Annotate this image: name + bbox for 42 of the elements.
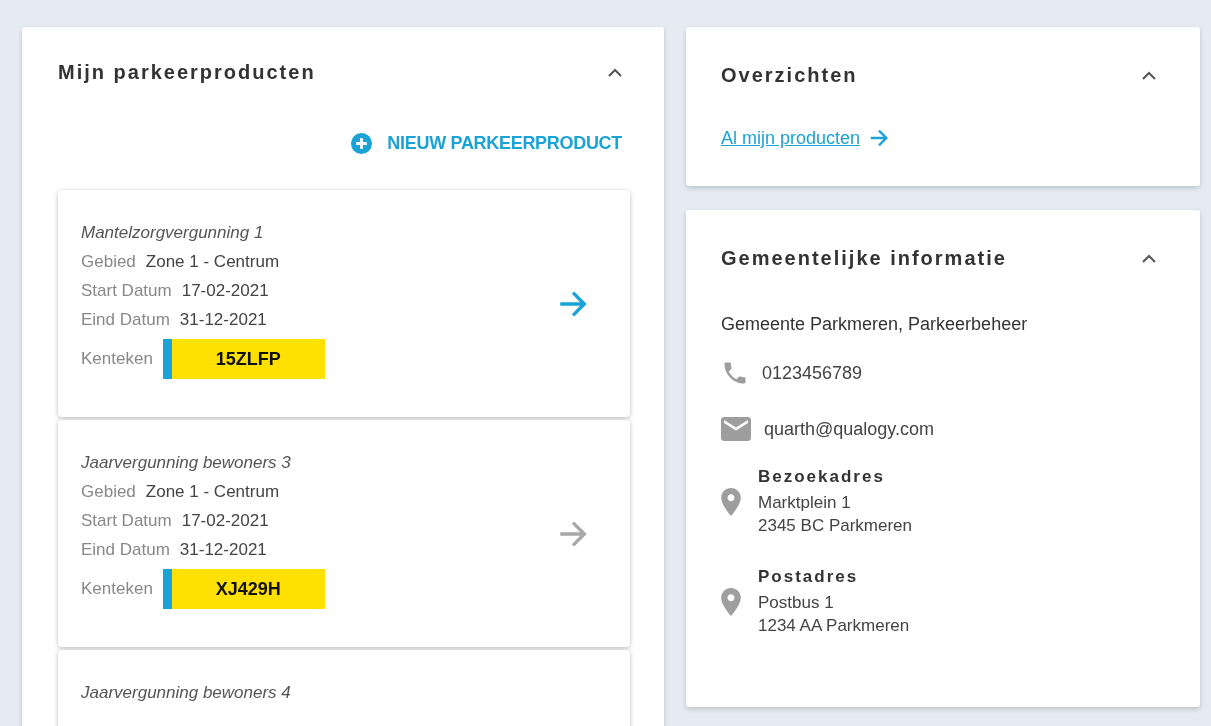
plus-circle-icon [350,132,374,155]
field-value: Zone 1 - Centrum [145,252,280,272]
field-value: 17-02-2021 [181,511,269,531]
panel-title: Mijn parkeerproducten [58,61,316,84]
field-label: Kenteken [81,579,153,599]
address-title: Postadres [758,567,860,587]
field-value: 31-12-2021 [179,540,267,560]
collapse-chevron-icon[interactable] [1142,254,1156,263]
address-line: Marktplein 1 [758,492,852,514]
panel-title: Gemeentelijke informatie [721,247,1007,270]
organisation-name: Gemeente Parkmeren, Parkeerbeheer [721,314,1029,335]
location-pin-icon [721,588,741,616]
license-plate: 15ZLFP [162,339,325,379]
product-card[interactable]: Mantelzorgvergunning 1 Gebied Zone 1 - Centrum Start Datum 17-02-2021 Eind Datum 31-12-2021 Kenteken 15ZLFP [58,190,630,417]
field-label: Start Datum [81,281,172,301]
panel-title: Overzichten [721,64,858,87]
product-card[interactable]: Jaarvergunning bewoners 4 [58,650,630,726]
email-address: quarth@qualogy.com [764,418,935,440]
collapse-chevron-icon[interactable] [1142,71,1156,80]
field-label: Eind Datum [81,310,170,330]
product-name: Jaarvergunning bewoners 4 [81,683,292,703]
field-value: 31-12-2021 [179,310,267,330]
field-label: Eind Datum [81,540,170,560]
field-label: Gebied [81,252,136,272]
field-value: Zone 1 - Centrum [145,482,280,502]
address-title: Bezoekadres [758,467,886,487]
collapse-chevron-icon[interactable] [608,68,622,77]
field-label: Kenteken [81,349,153,369]
address-line: 2345 BC Parkmeren [758,515,913,537]
field-label: Start Datum [81,511,172,531]
arrow-right-icon[interactable] [868,127,891,149]
phone-number: 0123456789 [762,362,863,384]
mail-icon [721,417,751,441]
product-card[interactable]: Jaarvergunning bewoners 3 Gebied Zone 1 - Centrum Start Datum 17-02-2021 Eind Datum 31-12-2021 Kenteken XJ429H [58,420,630,647]
address-line: 1234 AA Parkmeren [758,615,910,637]
address-line: Postbus 1 [758,592,835,614]
field-value: 17-02-2021 [181,281,269,301]
product-name: Jaarvergunning bewoners 3 [81,453,292,473]
license-plate: XJ429H [162,569,325,609]
product-name: Mantelzorgvergunning 1 [81,223,265,243]
field-label: Gebied [81,482,136,502]
location-pin-icon [721,488,741,516]
